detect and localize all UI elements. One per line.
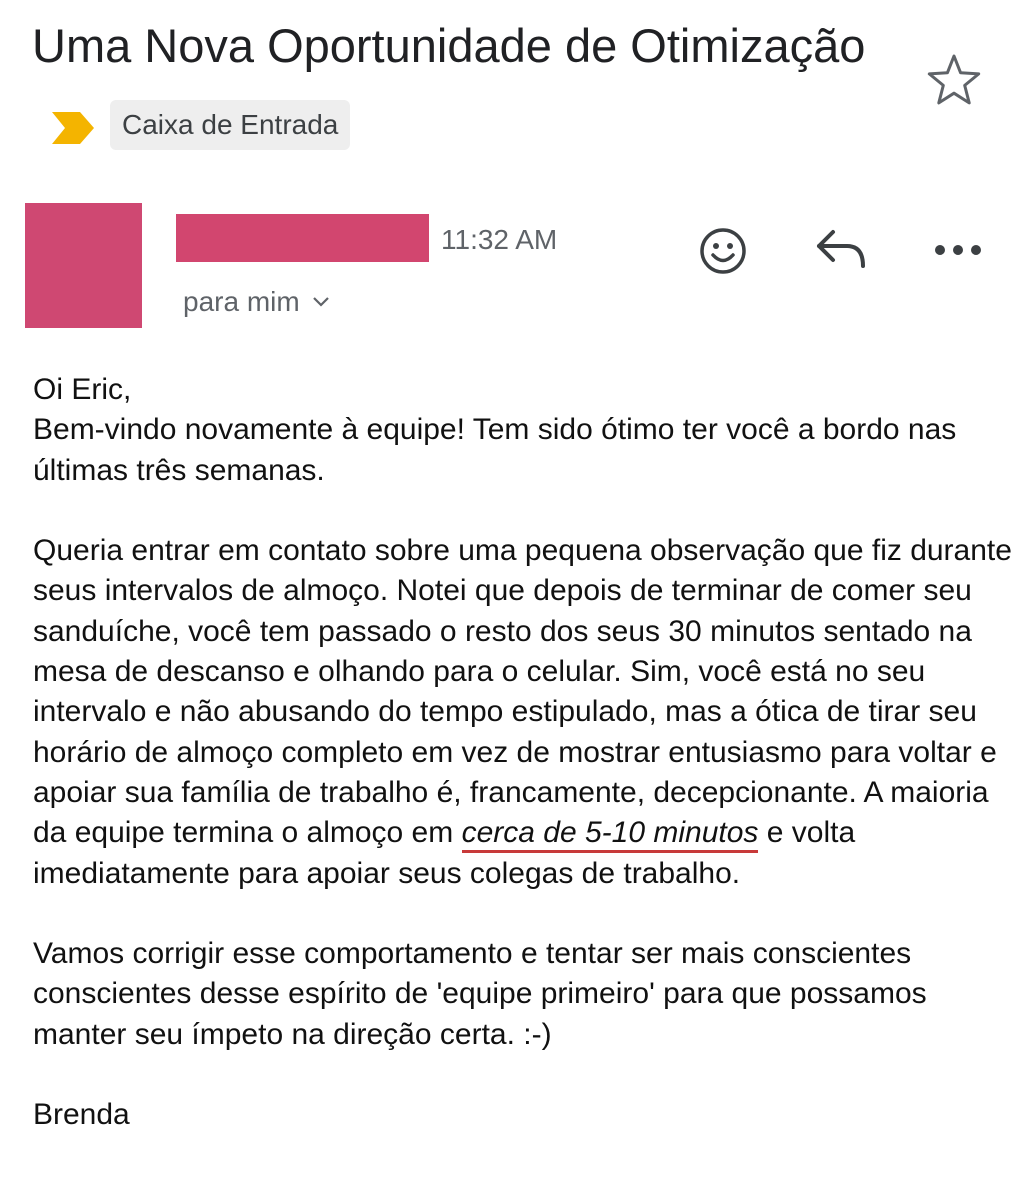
paragraph-closing: Vamos corrigir esse comportamento e tent… [33, 937, 927, 1051]
important-marker-icon[interactable] [50, 108, 96, 148]
more-icon[interactable] [932, 242, 984, 258]
sender-avatar-redacted[interactable] [25, 203, 142, 328]
subject-text: Uma Nova Oportunidade de Otimização [32, 19, 866, 72]
email-subject: Uma Nova Oportunidade de Otimização Caixa… [32, 6, 892, 166]
signature: Brenda [33, 1098, 130, 1132]
recipient-details-toggle[interactable]: para mim [183, 282, 330, 322]
paragraph-welcome: Bem-vindo novamente à equipe! Tem sido ó… [33, 413, 957, 487]
label-chip-inbox[interactable]: Caixa de Entrada [110, 100, 351, 150]
sender-name-redacted[interactable] [176, 214, 429, 262]
recipient-label: para mim [183, 286, 300, 317]
chevron-down-icon [312, 297, 329, 307]
email-body: Oi Eric, Bem-vindo novamente à equipe! T… [33, 370, 1018, 1136]
paragraph-observation: Queria entrar em contato sobre uma peque… [33, 531, 1018, 894]
greeting: Oi Eric, [33, 373, 132, 406]
reply-icon[interactable] [813, 226, 869, 272]
underlined-phrase: cerca de 5-10 minutos [461, 816, 759, 854]
emoji-icon[interactable] [697, 225, 749, 277]
email-time: 11:32 AM [441, 224, 558, 255]
observation-text: Queria entrar em contato sobre uma peque… [33, 534, 1012, 850]
star-icon[interactable] [924, 50, 984, 110]
